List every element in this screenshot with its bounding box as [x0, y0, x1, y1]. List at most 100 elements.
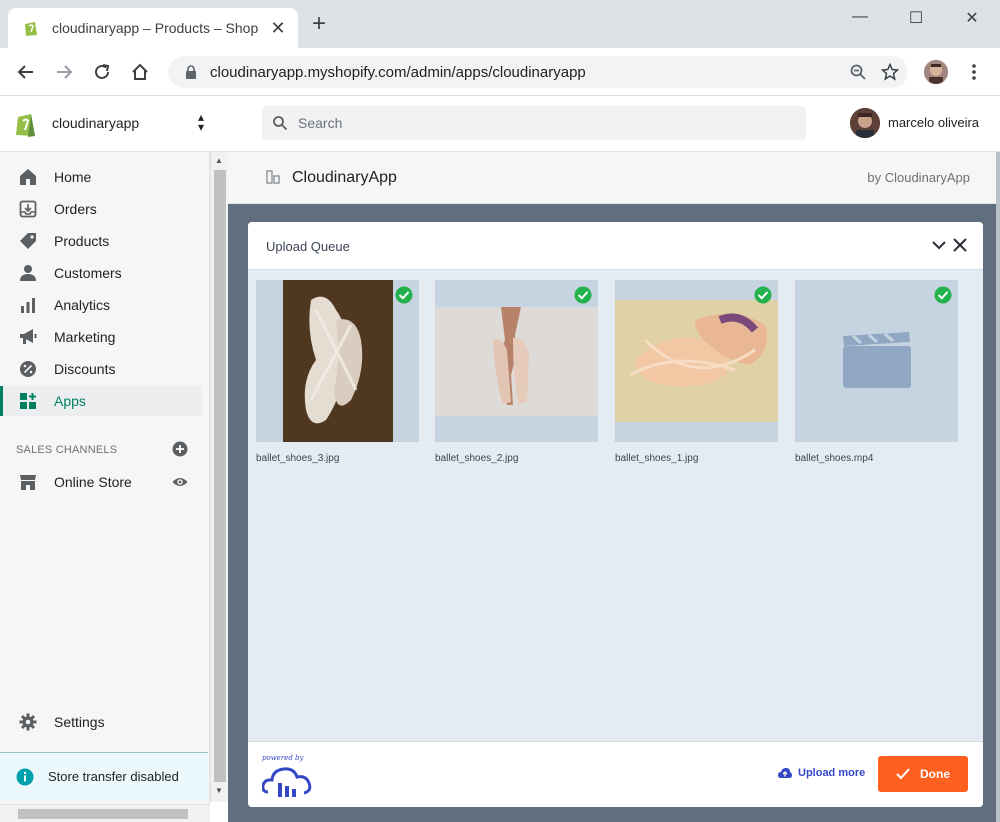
horizontal-scrollbar-thumb[interactable]	[18, 809, 188, 819]
person-icon	[18, 263, 38, 283]
tab-title: cloudinaryapp – Products – Shop	[52, 20, 259, 36]
sidebar-item-marketing[interactable]: Marketing	[0, 322, 202, 352]
window-edge	[996, 152, 1000, 822]
done-button[interactable]: Done	[878, 756, 968, 792]
app-header: CloudinaryApp by CloudinaryApp	[228, 152, 1000, 204]
reload-icon[interactable]	[90, 60, 114, 84]
minimize-window-icon[interactable]: —	[846, 8, 874, 26]
search-placeholder: Search	[298, 115, 343, 131]
apps-icon	[18, 391, 38, 411]
browser-profile-avatar[interactable]	[924, 60, 948, 84]
app-title: CloudinaryApp	[292, 169, 397, 186]
sidebar-item-home[interactable]: Home	[0, 162, 202, 192]
url-text: cloudinaryapp.myshopify.com/admin/apps/c…	[210, 63, 586, 81]
image-thumbnail	[615, 280, 778, 442]
admin-sidebar: Home Orders Products Customers Analytics…	[0, 152, 210, 822]
admin-search-input[interactable]: Search	[262, 106, 806, 140]
sidebar-item-label: Orders	[54, 201, 97, 217]
done-label: Done	[920, 767, 950, 781]
sidebar-item-label: Analytics	[54, 297, 111, 313]
shopify-favicon-icon	[25, 22, 37, 36]
sidebar-item-label: Products	[54, 233, 110, 249]
scrollbar-thumb[interactable]	[214, 170, 226, 782]
app-developer: by CloudinaryApp	[867, 170, 970, 185]
file-name: ballet_shoes_1.jpg	[615, 453, 699, 464]
sidebar-item-label: Online Store	[54, 474, 132, 490]
address-bar[interactable]: cloudinaryapp.myshopify.com/admin/apps/c…	[168, 56, 908, 88]
sidebar-item-label: Marketing	[54, 329, 116, 345]
image-thumbnail	[256, 280, 419, 442]
store-transfer-notice: Store transfer disabled	[0, 752, 208, 800]
maximize-window-icon[interactable]: ☐	[902, 8, 930, 28]
sidebar-item-label: Apps	[54, 393, 86, 409]
success-check-icon	[934, 286, 952, 304]
cloudinary-logo-icon	[262, 767, 312, 797]
sidebar-item-customers[interactable]: Customers	[0, 258, 202, 288]
file-name: ballet_shoes_3.jpg	[256, 453, 340, 464]
new-tab-icon[interactable]: +	[312, 12, 326, 36]
zoom-icon[interactable]	[844, 60, 872, 84]
browser-toolbar: cloudinaryapp.myshopify.com/admin/apps/c…	[0, 48, 1000, 96]
back-icon[interactable]	[14, 60, 38, 84]
sidebar-item-label: Customers	[54, 265, 122, 281]
upload-more-button[interactable]: Upload more	[778, 767, 865, 779]
image-thumbnail	[435, 280, 598, 442]
chevron-down-icon[interactable]	[930, 236, 948, 254]
store-switcher-icon[interactable]: ▴ ▾	[198, 111, 204, 133]
sidebar-item-discounts[interactable]: Discounts	[0, 354, 202, 384]
view-store-eye-icon[interactable]	[172, 474, 188, 490]
shopify-logo-icon	[16, 114, 35, 137]
sidebar-item-products[interactable]: Products	[0, 226, 202, 256]
upload-tile[interactable]	[256, 280, 419, 442]
sidebar-item-apps[interactable]: Apps	[0, 386, 202, 416]
scroll-up-icon[interactable]: ▲	[215, 156, 223, 165]
transfer-notice-text: Store transfer disabled	[48, 769, 179, 784]
home-icon[interactable]	[128, 60, 152, 84]
forward-icon[interactable]	[52, 60, 76, 84]
scroll-down-icon[interactable]: ▼	[215, 786, 223, 795]
sidebar-item-label: Settings	[54, 714, 105, 730]
sidebar-item-label: Home	[54, 169, 92, 185]
home-icon	[18, 167, 38, 187]
star-icon[interactable]	[876, 60, 904, 84]
browser-tab[interactable]: cloudinaryapp – Products – Shop ✕	[8, 8, 298, 48]
checkmark-icon	[896, 768, 910, 780]
gear-icon	[18, 712, 38, 732]
orders-icon	[18, 199, 38, 219]
upload-tile[interactable]	[615, 280, 778, 442]
browser-menu-icon[interactable]	[964, 60, 984, 84]
success-check-icon	[395, 286, 413, 304]
discount-icon	[18, 359, 38, 379]
horizontal-scrollbar[interactable]	[0, 804, 210, 822]
tag-icon	[18, 231, 38, 251]
user-avatar[interactable]	[850, 108, 880, 138]
file-name: ballet_shoes_2.jpg	[435, 453, 519, 464]
bar-chart-icon	[18, 295, 38, 315]
powered-by-label: powered by	[262, 754, 304, 762]
cloud-upload-icon	[778, 767, 792, 778]
user-name[interactable]: marcelo oliveira	[888, 115, 979, 130]
modal-title: Upload Queue	[266, 239, 350, 254]
add-channel-icon[interactable]	[172, 441, 188, 457]
modal-footer: powered by Upload more Done	[248, 741, 983, 807]
tab-close-icon[interactable]: ✕	[268, 18, 288, 39]
sidebar-item-orders[interactable]: Orders	[0, 194, 202, 224]
store-name[interactable]: cloudinaryapp	[52, 115, 139, 131]
upload-tile[interactable]	[795, 280, 958, 442]
video-file-icon	[795, 280, 958, 442]
upload-tile[interactable]	[435, 280, 598, 442]
shopify-top-bar: cloudinaryapp ▴ ▾ Search marcelo oliveira	[0, 96, 1000, 152]
success-check-icon	[574, 286, 592, 304]
info-icon	[16, 768, 34, 785]
close-icon[interactable]	[951, 236, 969, 254]
modal-header: Upload Queue	[248, 222, 983, 270]
sales-channels-heading: SALES CHANNELS	[16, 444, 118, 456]
sidebar-scrollbar[interactable]: ▲ ▼	[210, 152, 228, 802]
sidebar-item-analytics[interactable]: Analytics	[0, 290, 202, 320]
upload-queue-modal: Upload Queue ballet_shoes_3.jpg ballet_s…	[248, 222, 983, 807]
close-window-icon[interactable]: ✕	[958, 8, 986, 28]
file-name: ballet_shoes.mp4	[795, 453, 874, 464]
sidebar-item-settings[interactable]: Settings	[0, 707, 202, 737]
store-icon	[18, 472, 38, 492]
search-icon	[273, 116, 288, 131]
